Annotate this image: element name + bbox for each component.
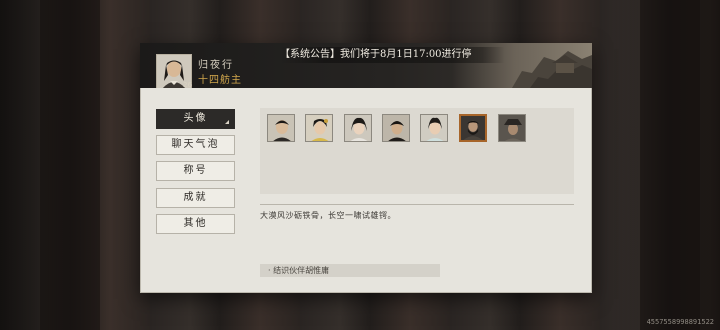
dark-warrior-portrait-icon bbox=[383, 115, 409, 141]
lady-teal-portrait-icon bbox=[421, 115, 447, 141]
profile-panel: 26 归夜行 十四舫主 【系统公告】我们将于8月1日17:00进行停 头像 聊天… bbox=[140, 43, 592, 293]
system-announcement: 【系统公告】我们将于8月1日17:00进行停 bbox=[280, 47, 505, 63]
avatar-option[interactable] bbox=[420, 114, 448, 142]
user-id: 4557558998891522 bbox=[646, 318, 714, 326]
hatted-man-portrait-icon bbox=[499, 115, 525, 141]
avatar-option[interactable] bbox=[344, 114, 372, 142]
sidebar-item-title[interactable]: 称号 bbox=[156, 161, 235, 181]
profile-header: 26 归夜行 十四舫主 【系统公告】我们将于8月1日17:00进行停 bbox=[140, 43, 592, 88]
avatar-option-selected[interactable] bbox=[459, 114, 487, 142]
sidebar-item-avatar[interactable]: 头像 bbox=[156, 109, 235, 129]
sidebar-item-chat-bubble[interactable]: 聊天气泡 bbox=[156, 135, 235, 155]
sidebar-item-label: 称号 bbox=[183, 165, 208, 176]
player-name: 归夜行 bbox=[198, 60, 234, 71]
avatar-option[interactable] bbox=[382, 114, 410, 142]
sidebar-item-achievement[interactable]: 成就 bbox=[156, 188, 235, 208]
swordsman-portrait-icon bbox=[268, 115, 294, 141]
unlock-hint: · 结识伙伴胡惟庸 bbox=[260, 264, 440, 277]
player-title: 十四舫主 bbox=[198, 75, 242, 86]
avatar-option[interactable] bbox=[498, 114, 526, 142]
background-shelf bbox=[40, 0, 100, 330]
sidebar-item-label: 其他 bbox=[183, 218, 208, 229]
lady-white-portrait-icon bbox=[345, 115, 371, 141]
sidebar-item-label: 成就 bbox=[183, 192, 208, 203]
content-divider bbox=[260, 204, 574, 205]
corner-mark-icon bbox=[225, 120, 229, 124]
avatar-option[interactable] bbox=[305, 114, 333, 142]
bearded-man-portrait-icon bbox=[461, 116, 485, 140]
sidebar-item-label: 聊天气泡 bbox=[171, 139, 220, 150]
sidebar-item-label: 头像 bbox=[183, 113, 208, 124]
avatar-grid bbox=[260, 108, 574, 194]
avatar-option[interactable] bbox=[267, 114, 295, 142]
avatar-description: 大漠风沙砺铁骨，长空一啸试雄锷。 bbox=[260, 211, 396, 220]
background-shelf bbox=[640, 0, 700, 330]
player-level: 26 bbox=[183, 81, 192, 88]
lady-yellow-portrait-icon bbox=[306, 115, 332, 141]
sidebar-item-other[interactable]: 其他 bbox=[156, 214, 235, 234]
